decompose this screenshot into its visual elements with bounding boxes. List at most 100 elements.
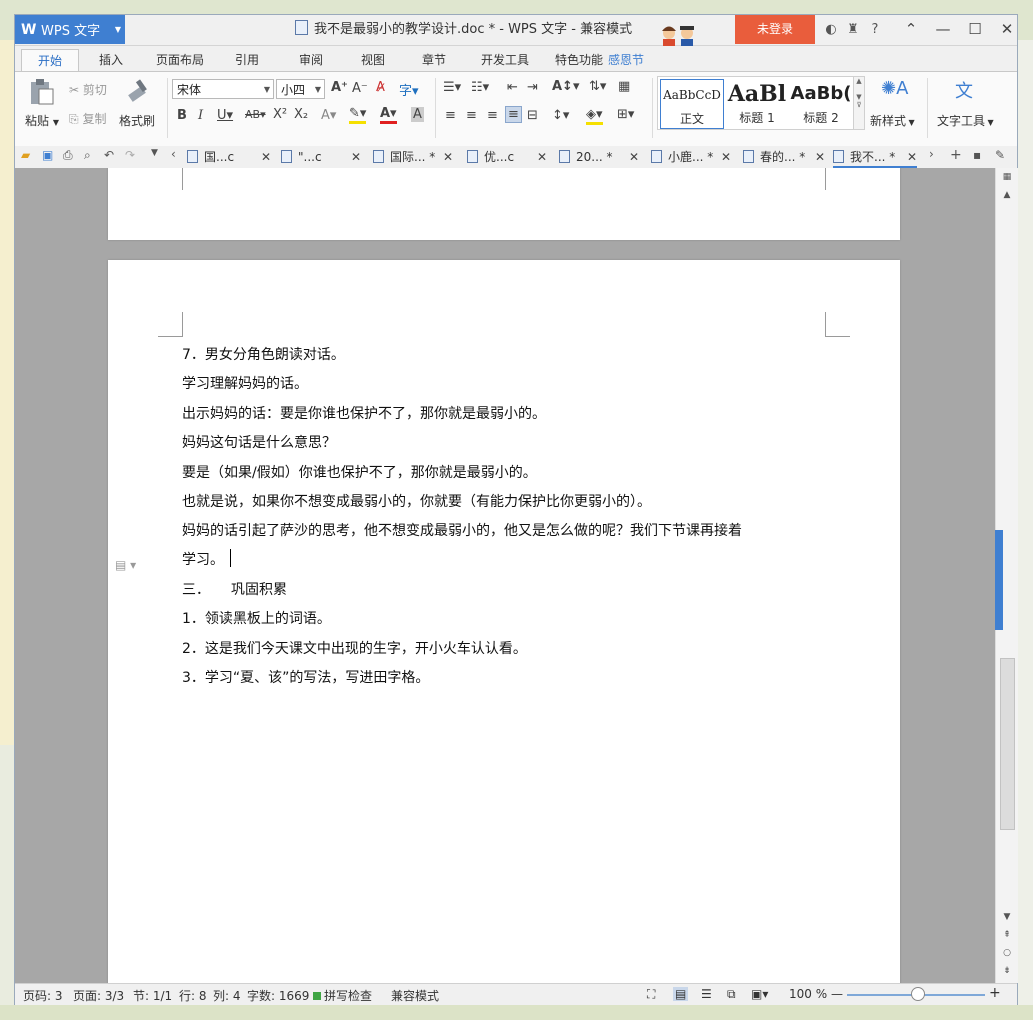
section-heading[interactable]: 三． 巩固积累 <box>182 579 287 599</box>
customize-toolbar-icon[interactable]: ▼ <box>151 148 158 158</box>
decrease-indent-icon[interactable]: ⇤ <box>507 80 518 95</box>
bold-icon[interactable]: B <box>177 108 187 123</box>
style-gallery-scroll[interactable]: ▲ ▼ ⊽ <box>853 77 864 129</box>
close-tab-icon[interactable]: ✕ <box>815 148 825 166</box>
browse-object-icon[interactable]: ○ <box>996 948 1018 958</box>
highlight-icon[interactable]: ✎▾ <box>349 106 367 124</box>
previous-page-icon[interactable]: ⇞ <box>996 930 1018 940</box>
page-view-icon[interactable]: ▤ <box>673 987 689 1001</box>
font-color-icon[interactable]: A▾ <box>380 106 397 124</box>
tab-list-icon[interactable]: ▪ <box>973 148 981 162</box>
tab-thanksgiving[interactable]: 感恩节 <box>604 49 648 71</box>
new-tab-icon[interactable]: + <box>950 147 962 163</box>
format-painter-button[interactable]: 格式刷 <box>119 112 155 129</box>
open-folder-icon[interactable]: ▰ <box>21 148 30 162</box>
next-page-icon[interactable]: ⇟ <box>996 966 1018 976</box>
tab-developer[interactable]: 开发工具 <box>474 49 536 71</box>
paragraph-shading-icon[interactable]: ◈▾ <box>586 107 603 125</box>
maximize-icon[interactable]: ☐ <box>959 15 991 44</box>
tab-home[interactable]: 开始 <box>21 49 79 72</box>
style-heading-1[interactable]: AaBl 标题 1 <box>726 79 788 127</box>
zoom-out-icon[interactable]: — <box>831 987 843 1001</box>
app-menu-button[interactable]: W WPS 文字 ▼ <box>15 15 125 44</box>
status-section[interactable]: 节: 1/1 <box>133 987 172 1004</box>
close-tab-icon[interactable]: ✕ <box>351 148 361 166</box>
page-current[interactable]: 7．男女分角色朗读对话。 学习理解妈妈的话。 出示妈妈的话：要是你谁也保护不了，… <box>108 260 900 983</box>
close-tab-icon[interactable]: ✕ <box>629 148 639 166</box>
print-preview-icon[interactable]: ⌕ <box>84 148 91 163</box>
paragraph[interactable]: 1．领读黑板上的词语。 <box>182 608 331 628</box>
align-left-icon[interactable]: ≡ <box>445 108 456 123</box>
paste-icon[interactable] <box>27 78 55 106</box>
align-right-icon[interactable]: ≡ <box>487 108 498 123</box>
zoom-slider-handle[interactable] <box>911 987 925 1001</box>
tab-menu-icon[interactable]: ✎ <box>995 148 1005 162</box>
grow-font-icon[interactable]: A⁺ <box>331 80 348 95</box>
doc-tab[interactable]: 春的... * ✕ <box>743 148 825 166</box>
doc-tab[interactable]: 国...c ✕ <box>187 148 271 166</box>
doc-tab[interactable]: 小鹿... * ✕ <box>651 148 731 166</box>
tab-special-features[interactable]: 特色功能 <box>553 49 605 71</box>
font-name-select[interactable]: 宋体 ▼ <box>172 79 274 99</box>
style-normal[interactable]: AaBbCcD 正文 <box>660 79 724 129</box>
table-border-icon[interactable]: ▦ <box>618 79 630 94</box>
numbered-list-icon[interactable]: ☷▾ <box>471 80 489 95</box>
scroll-down-icon[interactable]: ▼ <box>996 912 1018 922</box>
help-icon[interactable]: ? <box>864 22 886 37</box>
line-spacing-icon[interactable]: ↕▾ <box>552 108 569 123</box>
phonetic-guide-icon[interactable]: 字▾ <box>399 80 419 99</box>
paragraph[interactable]: 学习理解妈妈的话。 <box>182 373 308 393</box>
tab-page-layout[interactable]: 页面布局 <box>149 49 211 71</box>
scrollbar-thumb[interactable] <box>1000 658 1015 830</box>
zoom-in-icon[interactable]: + <box>989 985 1001 1001</box>
paragraph[interactable]: 出示妈妈的话：要是你谁也保护不了，那你就是最弱小的。 <box>182 403 546 423</box>
strikethrough-icon[interactable]: AB▾ <box>245 108 266 121</box>
close-icon[interactable]: ✕ <box>991 15 1023 44</box>
clear-format-icon[interactable]: A̷ <box>376 80 385 95</box>
paragraph-layout-icon[interactable]: ▤ ▾ <box>115 558 136 572</box>
doc-tab[interactable]: "...c ✕ <box>281 148 361 166</box>
tab-chapter[interactable]: 章节 <box>414 49 454 71</box>
close-tab-icon[interactable]: ✕ <box>443 148 453 166</box>
zoom-level[interactable]: 100 % <box>789 987 827 1001</box>
underline-icon[interactable]: U▾ <box>217 108 233 123</box>
split-view-icon[interactable]: ▦ <box>996 172 1018 182</box>
document-canvas[interactable]: 7．男女分角色朗读对话。 学习理解妈妈的话。 出示妈妈的话：要是你谁也保护不了，… <box>15 168 995 983</box>
sort-icon[interactable]: ⇅▾ <box>589 79 606 94</box>
justify-icon[interactable]: ≡ <box>505 106 522 123</box>
new-style-button[interactable]: 新样式 ▼ <box>870 112 915 129</box>
status-row[interactable]: 行: 8 <box>179 987 207 1004</box>
close-tab-icon[interactable]: ✕ <box>907 148 917 166</box>
tab-references[interactable]: 引用 <box>227 49 267 71</box>
tabs-scroll-right-icon[interactable]: › <box>929 147 934 161</box>
close-tab-icon[interactable]: ✕ <box>721 148 731 166</box>
paragraph[interactable]: 2．这是我们今天课文中出现的生字，开小火车认认看。 <box>182 638 527 658</box>
side-panel-toggle[interactable] <box>995 530 1003 630</box>
text-tools-button[interactable]: 文字工具 ▼ <box>937 112 994 129</box>
fullscreen-icon[interactable]: ⛶ <box>647 987 655 1002</box>
bullet-list-icon[interactable]: ☰▾ <box>443 80 461 95</box>
status-page-code[interactable]: 页码: 3 <box>23 987 63 1004</box>
increase-indent-icon[interactable]: ⇥ <box>527 80 538 95</box>
align-center-icon[interactable]: ≡ <box>466 108 477 123</box>
scroll-up-icon[interactable]: ▲ <box>996 190 1018 200</box>
paragraph[interactable]: 3．学习“夏、该”的写法，写进田字格。 <box>182 667 429 687</box>
paragraph[interactable]: 要是（如果/假如）你谁也保护不了，那你就是最弱小的。 <box>182 462 537 482</box>
doc-tab[interactable]: 20... * ✕ <box>559 148 639 166</box>
font-size-select[interactable]: 小四 ▼ <box>276 79 325 99</box>
paragraph[interactable]: 妈妈这句话是什么意思？ <box>182 432 336 452</box>
cut-button[interactable]: ✂ 剪切 <box>69 81 107 98</box>
char-shading-icon[interactable]: A <box>411 107 424 122</box>
tab-insert[interactable]: 插入 <box>91 49 131 71</box>
distributed-icon[interactable]: ⊟ <box>527 108 538 123</box>
copy-button[interactable]: ⎘ 复制 <box>69 110 106 127</box>
subscript-icon[interactable]: X₂ <box>294 107 308 122</box>
format-painter-icon[interactable] <box>123 78 151 106</box>
collapse-ribbon-icon[interactable]: ⌃ <box>895 15 927 44</box>
paragraph[interactable]: 也就是说，如果你不想变成最弱小的，你就要（有能力保护比你更弱小的）。 <box>182 491 651 511</box>
tabs-scroll-left-icon[interactable]: ‹ <box>171 147 176 161</box>
shirt-icon[interactable]: ♜ <box>842 22 864 37</box>
style-heading-2[interactable]: AaBb( 标题 2 <box>790 79 852 127</box>
text-tools-icon[interactable]: 文 <box>955 77 973 103</box>
minimize-icon[interactable]: — <box>927 15 959 44</box>
